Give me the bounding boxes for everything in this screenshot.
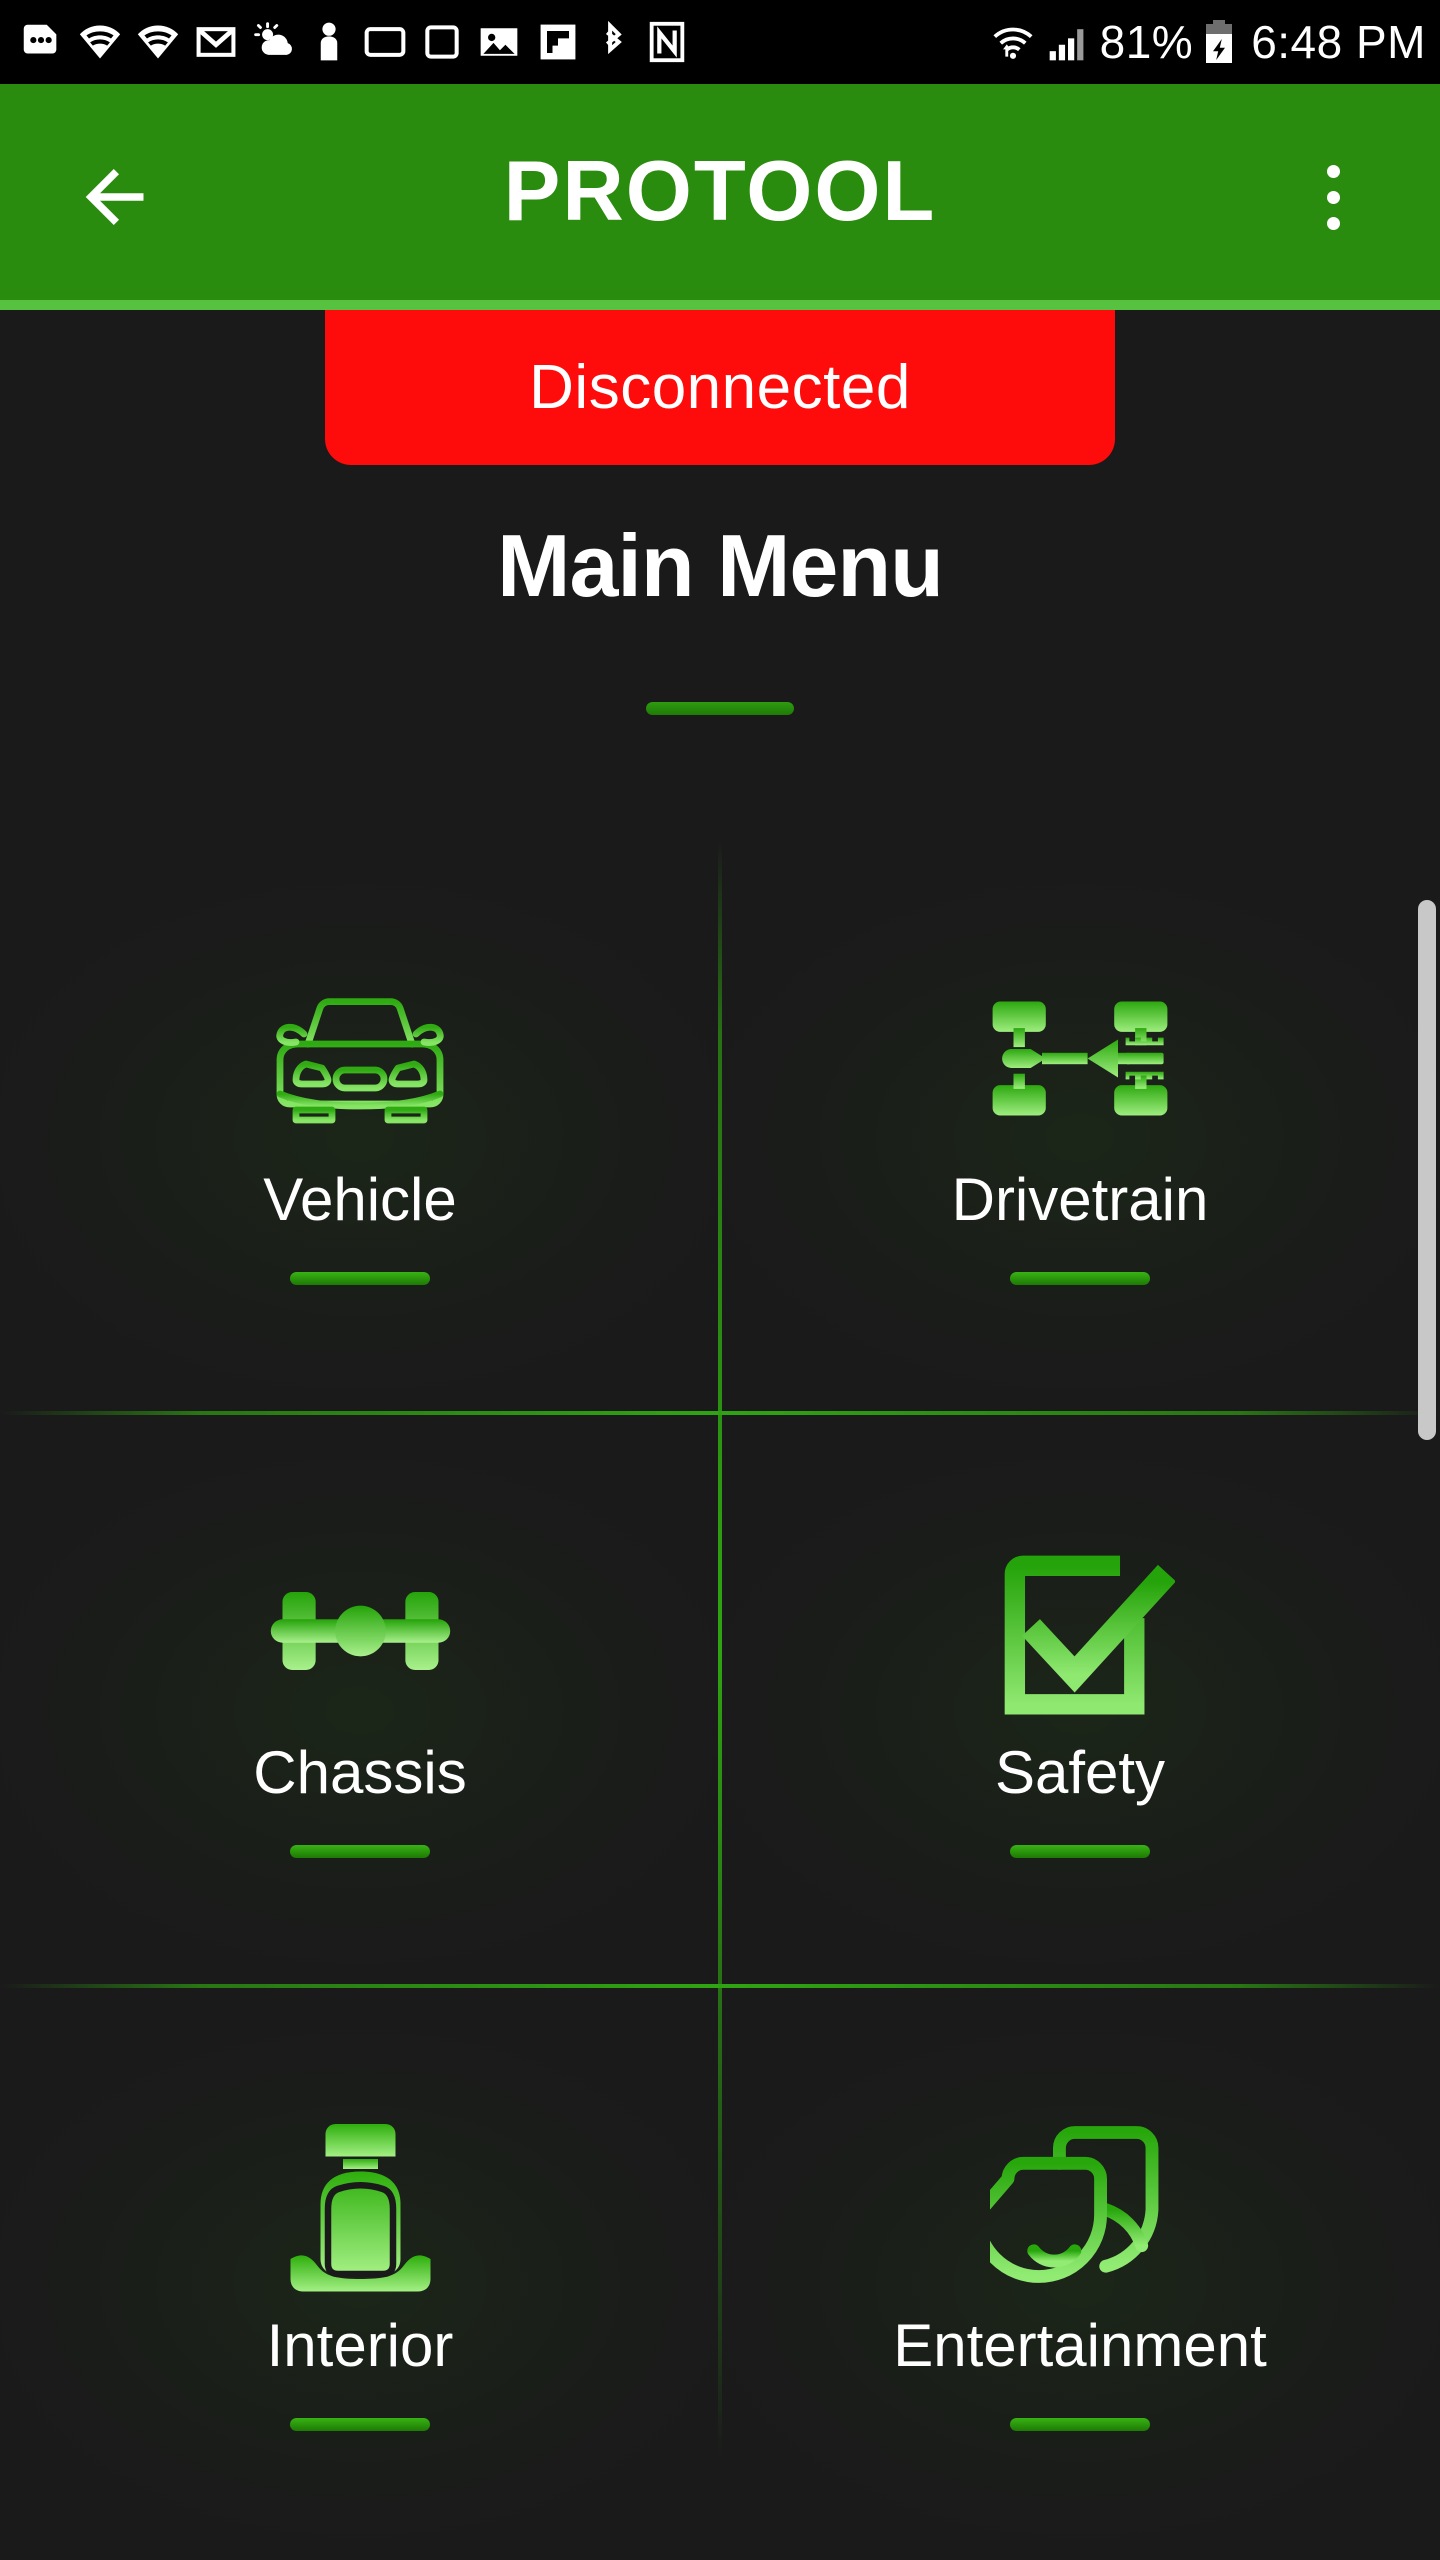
chassis-axle-icon [245, 1541, 475, 1721]
menu-item-interior[interactable]: Interior [0, 1986, 720, 2559]
flipboard-icon [540, 24, 576, 60]
menu-item-drivetrain[interactable]: Drivetrain [720, 840, 1440, 1413]
menu-item-underline [1010, 2418, 1150, 2431]
main-content: Disconnected Main Menu Vehicle Drivetrai… [0, 310, 1440, 2560]
menu-item-label: Interior [266, 2312, 454, 2379]
vertical-scrollbar[interactable] [1418, 900, 1436, 1440]
menu-item-label: Entertainment [893, 2312, 1267, 2379]
weather-icon [254, 22, 292, 55]
photo-icon [480, 28, 518, 56]
menu-item-underline [1010, 1272, 1150, 1285]
overflow-menu-icon-dot3 [1326, 216, 1340, 230]
app-screen: 81% 6:48 PM PROTOOL Disconnected Main Me… [0, 0, 1440, 2560]
status-bar-right-icons: 81% 6:48 PM [990, 15, 1426, 69]
menu-item-underline [290, 1272, 430, 1285]
monitor-icon-2 [425, 25, 459, 59]
page-title-underline [646, 702, 794, 715]
battery-charging-icon [1206, 20, 1233, 63]
app-title: PROTOOL [503, 144, 937, 239]
app-bar-bottom-strip [0, 300, 1440, 310]
wifi-icon-2 [137, 25, 179, 59]
menu-item-label: Vehicle [263, 1166, 457, 1233]
overflow-menu-icon [1326, 164, 1340, 178]
nfc-icon [649, 21, 685, 63]
menu-item-safety[interactable]: Safety [720, 1413, 1440, 1986]
cell-signal-icon [1049, 29, 1084, 61]
menu-grid: Vehicle Drivetrain Chassis Safety Interi… [0, 840, 1440, 2560]
menu-item-label: Safety [994, 1739, 1166, 1806]
wifi-signal-icon [993, 27, 1033, 59]
checkbox-check-icon [965, 1541, 1195, 1721]
menu-item-underline [1010, 1845, 1150, 1858]
app-bar: PROTOOL [0, 84, 1440, 310]
monitor-icon [364, 27, 406, 57]
gmail-icon [196, 27, 236, 57]
menu-item-entertainment[interactable]: Entertainment [720, 1986, 1440, 2559]
back-button[interactable] [62, 142, 172, 252]
connection-status-badge[interactable]: Disconnected [325, 310, 1115, 465]
menu-item-label: Chassis [253, 1739, 467, 1806]
back-arrow-icon [85, 168, 144, 226]
menu-item-vehicle[interactable]: Vehicle [0, 840, 720, 1413]
car-seat-icon [245, 2114, 475, 2294]
overflow-menu-icon-dot2 [1326, 190, 1340, 204]
battery-percent-label: 81% [1099, 16, 1194, 68]
person-icon [320, 22, 338, 61]
status-bar: 81% 6:48 PM [0, 0, 1440, 84]
drivetrain-icon [965, 968, 1195, 1148]
overflow-menu-button[interactable] [1288, 137, 1378, 257]
page-title: Main Menu [497, 516, 944, 615]
messages-icon [23, 24, 57, 54]
menu-item-label: Drivetrain [951, 1166, 1209, 1233]
bluetooth-icon [605, 20, 622, 55]
menu-item-underline [290, 1845, 430, 1858]
menu-item-underline [290, 2418, 430, 2431]
car-front-icon [245, 968, 475, 1148]
screens-icon [965, 2114, 1195, 2294]
status-bar-left-icons [18, 19, 990, 65]
menu-item-chassis[interactable]: Chassis [0, 1413, 720, 1986]
wifi-icon [79, 25, 121, 59]
clock-label: 6:48 PM [1251, 16, 1426, 68]
